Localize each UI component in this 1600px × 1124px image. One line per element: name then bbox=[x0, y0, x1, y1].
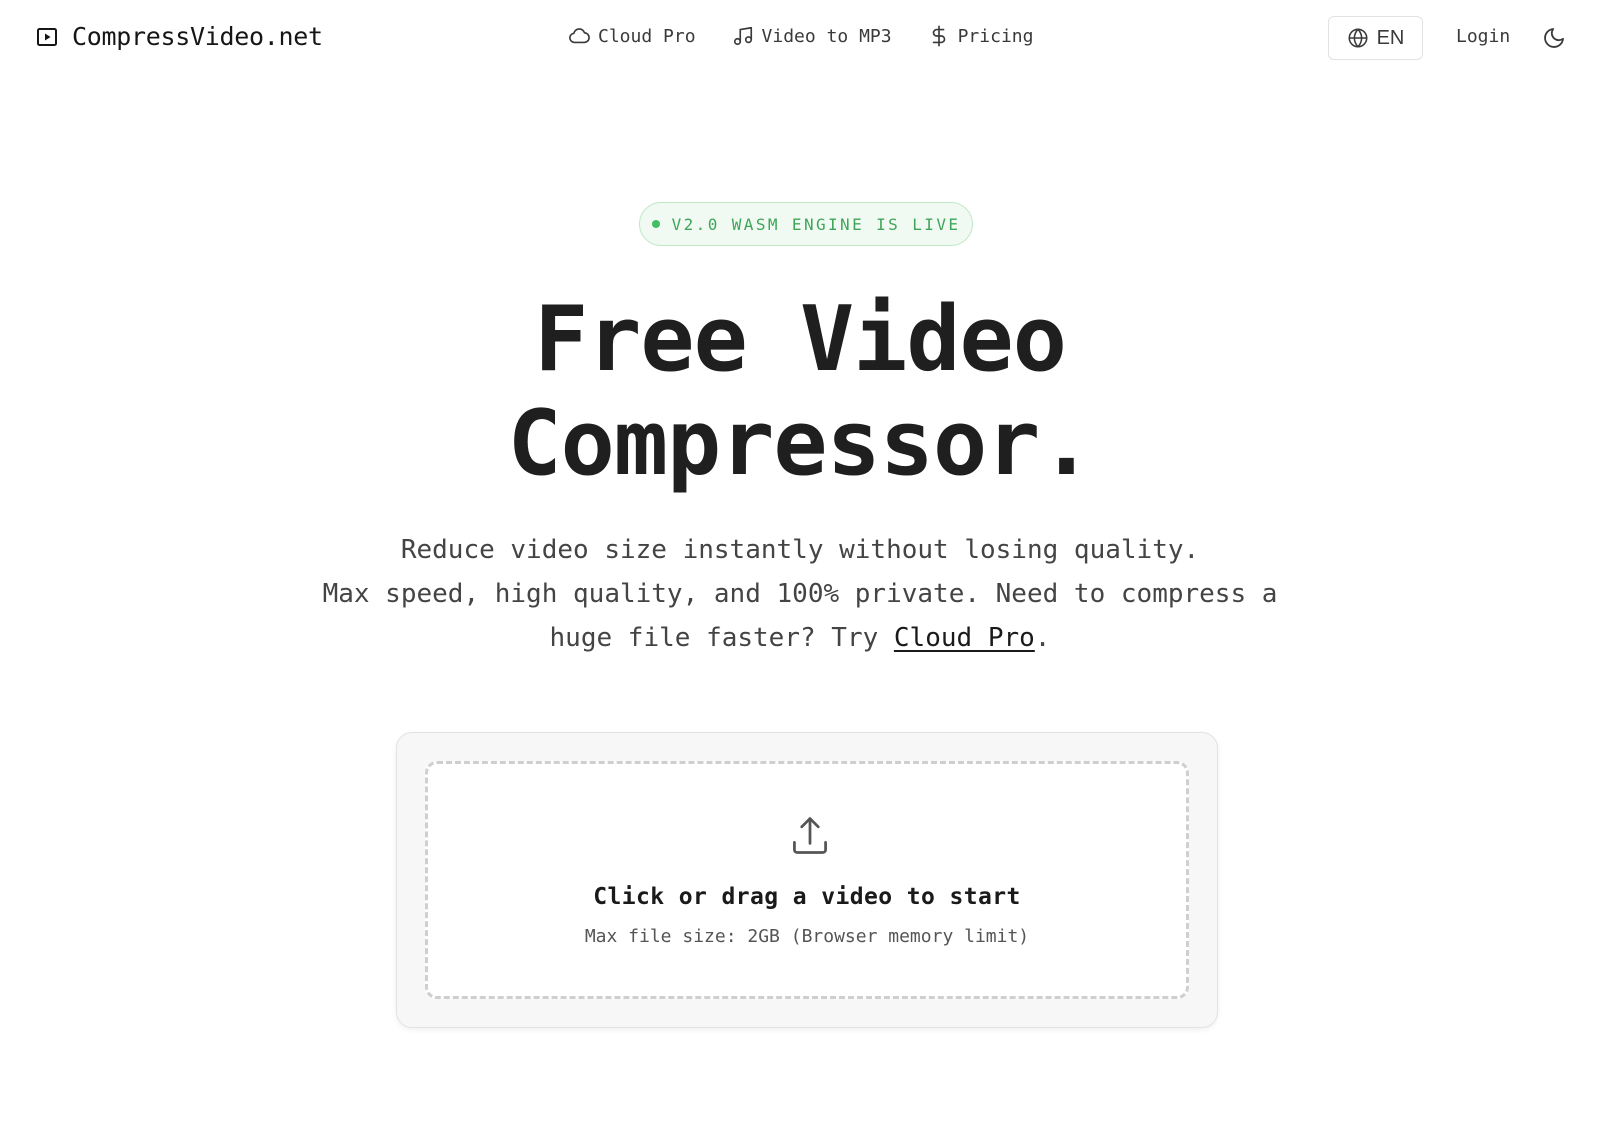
hero-subtitle-line-3-prefix: huge file faster? Try bbox=[549, 623, 894, 653]
nav-video-to-mp3[interactable]: Video to MP3 bbox=[732, 25, 892, 47]
music-note-icon bbox=[732, 25, 754, 47]
page-title-line-2: Compressor. bbox=[507, 391, 1093, 496]
language-label: EN bbox=[1376, 26, 1405, 49]
main-nav: Cloud Pro Video to MP3 Pricing bbox=[568, 25, 1033, 47]
brand-name: CompressVideo.net bbox=[72, 22, 323, 51]
video-dropzone[interactable]: Click or drag a video to start Max file … bbox=[425, 761, 1189, 999]
hero-subtitle-line-3-suffix: . bbox=[1034, 623, 1051, 653]
status-dot bbox=[651, 220, 660, 228]
globe-icon bbox=[1347, 27, 1369, 49]
login-link[interactable]: Login bbox=[1456, 26, 1510, 47]
nav-cloud-pro-label: Cloud Pro bbox=[598, 25, 696, 47]
cloud-pro-link[interactable]: Cloud Pro bbox=[894, 623, 1035, 653]
moon-icon[interactable] bbox=[1542, 26, 1566, 50]
hero-subtitle-line-3: huge file faster? Try Cloud Pro. bbox=[250, 616, 1350, 660]
upload-card: Click or drag a video to start Max file … bbox=[396, 732, 1218, 1028]
upload-icon bbox=[788, 814, 832, 858]
page-title-line-1: Free Video bbox=[534, 287, 1067, 392]
site-header: CompressVideo.net Cloud Pro Video to MP3… bbox=[0, 0, 1600, 78]
hero-subtitle: Reduce video size instantly without losi… bbox=[250, 528, 1350, 660]
page: CompressVideo.net Cloud Pro Video to MP3… bbox=[0, 0, 1600, 1124]
nav-pricing[interactable]: Pricing bbox=[928, 25, 1034, 47]
nav-cloud-pro[interactable]: Cloud Pro bbox=[568, 25, 696, 47]
dollar-icon bbox=[928, 25, 950, 47]
release-badge-label: V2.0 WASM ENGINE IS LIVE bbox=[671, 214, 961, 234]
page-title: Free Video Compressor. bbox=[300, 288, 1300, 496]
release-badge: V2.0 WASM ENGINE IS LIVE bbox=[639, 202, 973, 246]
dropzone-hint: Max file size: 2GB (Browser memory limit… bbox=[584, 926, 1030, 947]
nav-video-to-mp3-label: Video to MP3 bbox=[761, 25, 892, 47]
brand-logo-link[interactable]: CompressVideo.net bbox=[36, 22, 323, 51]
dropzone-title: Click or drag a video to start bbox=[593, 884, 1021, 910]
language-selector-button[interactable]: EN bbox=[1328, 16, 1423, 60]
play-square-icon bbox=[36, 26, 58, 48]
hero-subtitle-line-2: Max speed, high quality, and 100% privat… bbox=[322, 579, 1278, 609]
nav-pricing-label: Pricing bbox=[957, 25, 1034, 47]
hero-subtitle-line-1: Reduce video size instantly without losi… bbox=[400, 535, 1200, 565]
cloud-icon bbox=[568, 25, 590, 47]
